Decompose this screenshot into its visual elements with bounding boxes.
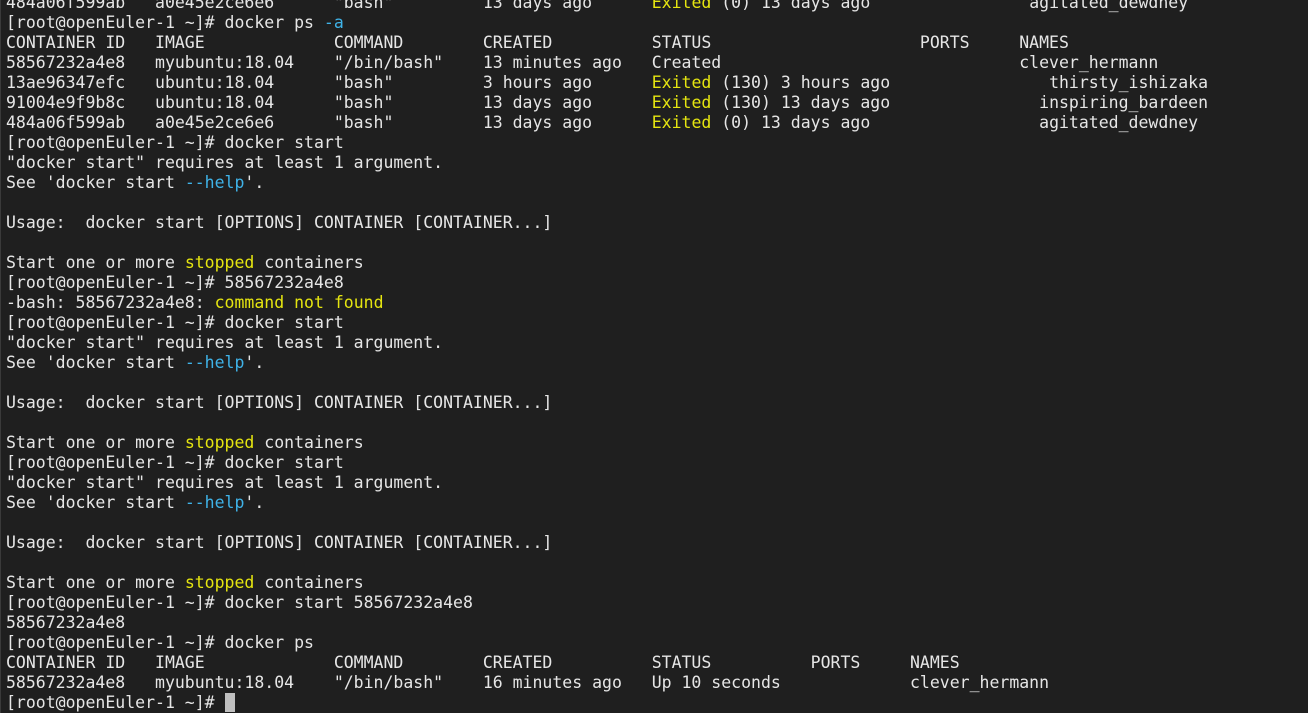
text-cursor[interactable] <box>224 693 235 712</box>
terminal-output: 484a06f599ab a0e45e2ce6e6 "bash" 13 days… <box>6 0 1308 713</box>
terminal-line: CONTAINER ID IMAGE COMMAND CREATED STATU… <box>6 33 1308 53</box>
terminal-line: "docker start" requires at least 1 argum… <box>6 333 1308 353</box>
terminal-text: (130) 3 hours ago thirsty_ishizaka <box>711 73 1209 92</box>
terminal-line: 484a06f599ab a0e45e2ce6e6 "bash" 13 days… <box>6 0 1308 13</box>
terminal-line: Start one or more stopped containers <box>6 433 1308 453</box>
terminal-line: See 'docker start --help'. <box>6 493 1308 513</box>
terminal-text: '. <box>244 173 265 192</box>
highlighted-text: Exited <box>651 113 712 132</box>
terminal-text: containers <box>254 433 364 452</box>
highlighted-text: command not found <box>214 293 384 312</box>
highlighted-text: Exited <box>651 93 712 112</box>
terminal-line: [root@openEuler-1 ~]# 58567232a4e8 <box>6 273 1308 293</box>
terminal-text: containers <box>254 253 364 272</box>
terminal-text: [root@openEuler-1 ~]# docker ps <box>6 13 324 32</box>
terminal-text: See 'docker start <box>6 493 185 512</box>
terminal-text: 484a06f599ab a0e45e2ce6e6 "bash" 13 days… <box>6 0 652 12</box>
terminal-line: See 'docker start --help'. <box>6 173 1308 193</box>
terminal-text: [root@openEuler-1 ~]# docker ps <box>6 633 314 652</box>
terminal-text: (0) 13 days ago agitated_dewdney <box>711 0 1189 12</box>
terminal-text: Usage: docker start [OPTIONS] CONTAINER … <box>6 213 553 232</box>
highlighted-text: --help <box>184 493 245 512</box>
terminal-text: Start one or more <box>6 573 185 592</box>
highlighted-text: stopped <box>184 573 255 592</box>
terminal-text: 58567232a4e8 myubuntu:18.04 "/bin/bash" … <box>6 673 1050 692</box>
highlighted-text: --help <box>184 173 245 192</box>
terminal-text: See 'docker start <box>6 353 185 372</box>
terminal-line: [root@openEuler-1 ~]# docker ps -a <box>6 13 1308 33</box>
terminal-line: "docker start" requires at least 1 argum… <box>6 153 1308 173</box>
terminal-line: Usage: docker start [OPTIONS] CONTAINER … <box>6 533 1308 553</box>
terminal-line: 58567232a4e8 <box>6 613 1308 633</box>
terminal-text: containers <box>254 573 364 592</box>
terminal-text: (130) 13 days ago inspiring_bardeen <box>711 93 1209 112</box>
terminal-text: [root@openEuler-1 ~]# docker start <box>6 313 344 332</box>
terminal-text: Start one or more <box>6 253 185 272</box>
terminal-text: See 'docker start <box>6 173 185 192</box>
terminal-line: [root@openEuler-1 ~]# docker ps <box>6 633 1308 653</box>
terminal-text: CONTAINER ID IMAGE COMMAND CREATED STATU… <box>6 33 1069 52</box>
terminal-line: 91004e9f9b8c ubuntu:18.04 "bash" 13 days… <box>6 93 1308 113</box>
terminal-text: [root@openEuler-1 ~]# 58567232a4e8 <box>6 273 344 292</box>
terminal-text: Usage: docker start [OPTIONS] CONTAINER … <box>6 533 553 552</box>
terminal-line: 484a06f599ab a0e45e2ce6e6 "bash" 13 days… <box>6 113 1308 133</box>
terminal-text: 58567232a4e8 <box>6 613 126 632</box>
terminal-line: See 'docker start --help'. <box>6 353 1308 373</box>
highlighted-text: stopped <box>184 253 255 272</box>
terminal-line: Usage: docker start [OPTIONS] CONTAINER … <box>6 213 1308 233</box>
highlighted-text: --help <box>184 353 245 372</box>
terminal-text: CONTAINER ID IMAGE COMMAND CREATED STATU… <box>6 653 960 672</box>
terminal-line: 58567232a4e8 myubuntu:18.04 "/bin/bash" … <box>6 673 1308 693</box>
terminal-line: CONTAINER ID IMAGE COMMAND CREATED STATU… <box>6 653 1308 673</box>
prompt-line[interactable]: [root@openEuler-1 ~]# <box>6 693 1308 713</box>
terminal-text: [root@openEuler-1 ~]# docker start 58567… <box>6 593 473 612</box>
terminal-text: [root@openEuler-1 ~]# docker start <box>6 133 344 152</box>
terminal-line: -bash: 58567232a4e8: command not found <box>6 293 1308 313</box>
terminal-text: '. <box>244 493 265 512</box>
terminal-text: "docker start" requires at least 1 argum… <box>6 333 444 352</box>
terminal-line: [root@openEuler-1 ~]# docker start 58567… <box>6 593 1308 613</box>
highlighted-text: stopped <box>184 433 255 452</box>
terminal-line: [root@openEuler-1 ~]# docker start <box>6 133 1308 153</box>
terminal-text: -bash: 58567232a4e8: <box>6 293 215 312</box>
terminal-text: "docker start" requires at least 1 argum… <box>6 153 444 172</box>
terminal-text: 91004e9f9b8c ubuntu:18.04 "bash" 13 days… <box>6 93 652 112</box>
terminal-text: '. <box>244 353 265 372</box>
terminal-text: 58567232a4e8 myubuntu:18.04 "/bin/bash" … <box>6 53 1159 72</box>
terminal-text: 13ae96347efc ubuntu:18.04 "bash" 3 hours… <box>6 73 652 92</box>
terminal-line: Usage: docker start [OPTIONS] CONTAINER … <box>6 393 1308 413</box>
terminal-text: 484a06f599ab a0e45e2ce6e6 "bash" 13 days… <box>6 113 652 132</box>
terminal-text: (0) 13 days ago agitated_dewdney <box>711 113 1199 132</box>
terminal-line: [root@openEuler-1 ~]# docker start <box>6 453 1308 473</box>
highlighted-text: Exited <box>651 73 712 92</box>
terminal-text: [root@openEuler-1 ~]# docker start <box>6 453 344 472</box>
highlighted-text: Exited <box>651 0 712 12</box>
terminal-window[interactable]: 484a06f599ab a0e45e2ce6e6 "bash" 13 days… <box>0 0 1308 713</box>
terminal-text: Usage: docker start [OPTIONS] CONTAINER … <box>6 393 553 412</box>
terminal-line: 58567232a4e8 myubuntu:18.04 "/bin/bash" … <box>6 53 1308 73</box>
shell-prompt: [root@openEuler-1 ~]# <box>6 693 225 712</box>
highlighted-text: -a <box>323 13 344 32</box>
terminal-line: Start one or more stopped containers <box>6 573 1308 593</box>
terminal-line: Start one or more stopped containers <box>6 253 1308 273</box>
terminal-line: [root@openEuler-1 ~]# docker start <box>6 313 1308 333</box>
terminal-line: "docker start" requires at least 1 argum… <box>6 473 1308 493</box>
terminal-text: Start one or more <box>6 433 185 452</box>
terminal-line: 13ae96347efc ubuntu:18.04 "bash" 3 hours… <box>6 73 1308 93</box>
terminal-text: "docker start" requires at least 1 argum… <box>6 473 444 492</box>
